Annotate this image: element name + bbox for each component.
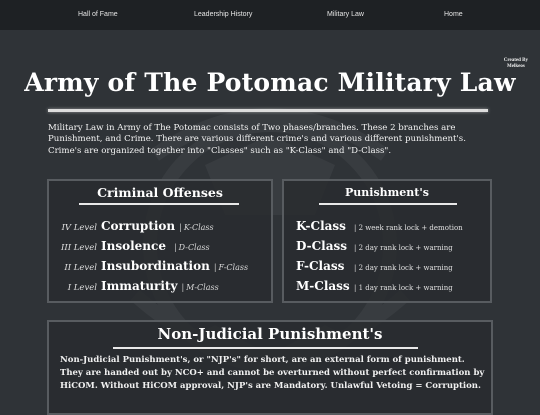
- punishment-row: M-Class | 1 day rank lock + warning: [296, 275, 453, 294]
- offense-name: Insubordination: [101, 259, 210, 273]
- offense-row: II Level Insubordination | F-Class: [59, 259, 248, 273]
- punishment-row: D-Class | 2 day rank lock + warning: [296, 235, 453, 254]
- offense-level: II Level: [64, 263, 97, 273]
- offense-class: D-Class: [178, 243, 210, 252]
- punishment-row: F-Class | 2 day rank lock + warning: [296, 255, 453, 274]
- criminal-offenses-heading: Criminal Offenses: [97, 185, 223, 200]
- separator: |: [179, 223, 182, 232]
- nav-link-hall-of-fame[interactable]: Hall of Fame: [78, 11, 118, 18]
- offense-class: M-Class: [186, 283, 219, 292]
- punishment-description: | 2 week rank lock + demotion: [354, 224, 463, 232]
- criminal-offenses-panel: Criminal Offenses IV Level Corruption | …: [47, 179, 273, 303]
- offense-name: Immaturity: [101, 279, 178, 293]
- punishment-description: | 2 day rank lock + warning: [354, 264, 453, 272]
- punishment-description: | 1 day rank lock + warning: [354, 284, 453, 292]
- punishment-row: K-Class | 2 week rank lock + demotion: [296, 215, 463, 234]
- offense-name: Insolence: [101, 239, 166, 253]
- intro-paragraph: Military Law in Army of The Potomac cons…: [48, 123, 466, 156]
- punishments-divider: [319, 203, 457, 205]
- separator: |: [173, 243, 177, 252]
- nav-link-leadership-history[interactable]: Leadership History: [194, 11, 252, 18]
- offense-row: IV Level Corruption | K-Class: [59, 219, 214, 233]
- punishment-class: F-Class: [296, 259, 345, 273]
- separator: |: [181, 283, 185, 292]
- top-nav-bar: Hall of Fame Leadership History Military…: [0, 0, 540, 30]
- offense-level: III Level: [60, 243, 97, 253]
- offense-name: Corruption: [101, 219, 176, 233]
- page-title: Army of The Potomac Military Law: [24, 68, 516, 97]
- nav-link-home[interactable]: Home: [444, 11, 463, 18]
- title-divider: [48, 109, 488, 112]
- punishment-class: K-Class: [296, 219, 346, 233]
- nav-link-military-law[interactable]: Military Law: [327, 11, 364, 18]
- punishment-class: D-Class: [296, 239, 348, 253]
- njp-divider: [113, 347, 418, 349]
- njp-paragraph: Non-Judicial Punishment's, or "NJP's" fo…: [60, 355, 485, 391]
- offense-class: F-Class: [218, 263, 249, 272]
- punishments-panel: Punishment's K-Class | 2 week rank lock +…: [282, 179, 492, 303]
- punishments-heading: Punishment's: [345, 186, 429, 199]
- offense-row: I Level Immaturity | M-Class: [59, 279, 219, 293]
- offense-level: IV Level: [61, 223, 97, 233]
- njp-panel: Non-Judicial Punishment's Non-Judicial P…: [47, 320, 493, 415]
- punishment-class: M-Class: [296, 279, 350, 293]
- njp-heading: Non-Judicial Punishment's: [157, 325, 383, 343]
- offense-row: III Level Insolence | D-Class: [59, 239, 210, 253]
- separator: |: [213, 263, 217, 272]
- offense-level: I Level: [67, 283, 97, 293]
- criminal-offenses-divider: [79, 203, 239, 205]
- offense-class: K-Class: [183, 223, 214, 232]
- punishment-description: | 2 day rank lock + warning: [354, 244, 453, 252]
